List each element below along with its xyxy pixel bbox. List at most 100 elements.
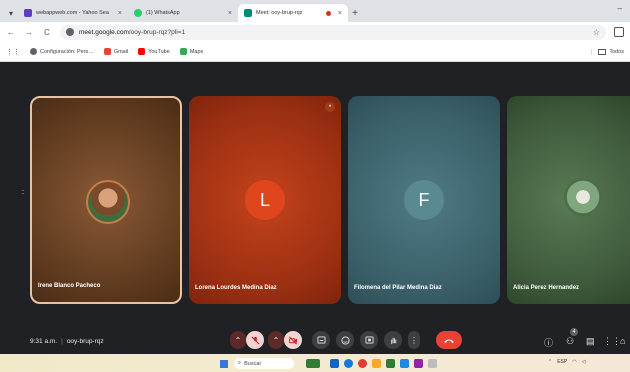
hang-up-icon <box>444 339 454 343</box>
outlook-icon[interactable] <box>400 359 409 368</box>
whatsapp-icon[interactable] <box>386 359 395 368</box>
end-call-button[interactable] <box>436 331 462 349</box>
reload-button[interactable]: C <box>42 28 52 37</box>
widgets-icon[interactable] <box>306 359 320 368</box>
participant-count-badge: 4 <box>570 328 578 336</box>
extensions-icon[interactable] <box>614 27 624 37</box>
forward-button[interactable]: → <box>24 28 34 37</box>
participant-avatar: F <box>404 180 444 220</box>
emoji-button[interactable] <box>336 331 354 349</box>
mic-off-button[interactable] <box>246 331 264 349</box>
participant-name: Irene Blanco Pacheco <box>38 283 101 289</box>
meet-stage: : Irene Blanco Pacheco • L Lorena Lourde… <box>0 62 630 354</box>
info-icon[interactable]: ⓘ <box>544 336 553 349</box>
bookmark-gmail[interactable]: Gmail <box>103 48 129 55</box>
minimize-button[interactable]: – <box>618 4 622 13</box>
meeting-info: 9:31 a.m. | ooy-brup-rqz <box>30 338 104 345</box>
yahoo-favicon-icon <box>24 9 32 17</box>
separator: | <box>61 338 63 345</box>
chevron-up-icon[interactable]: ⌃ <box>548 359 552 365</box>
camera-off-button[interactable] <box>284 331 302 349</box>
tab-search-icon[interactable]: ▾ <box>4 4 18 22</box>
search-icon: ⌕ <box>238 360 242 366</box>
meeting-time: 9:31 a.m. <box>30 338 58 345</box>
meeting-code: ooy-brup-rqz <box>66 338 104 345</box>
apps-grid-icon[interactable]: ⋮⋮ <box>6 48 20 56</box>
edge-icon[interactable] <box>344 359 353 368</box>
captions-icon <box>317 336 325 344</box>
participant-avatar <box>564 178 602 216</box>
address-bar: ← → C meet.google.com/ooy-brup-rqz?pli=1… <box>0 22 630 42</box>
more-options-button[interactable]: ⋮ <box>408 331 420 349</box>
mic-options-button[interactable]: ⌃ <box>230 331 246 349</box>
site-info-icon[interactable] <box>66 28 74 36</box>
back-button[interactable]: ← <box>6 28 16 37</box>
chrome-icon[interactable] <box>358 359 367 368</box>
url-field[interactable]: meet.google.com/ooy-brup-rqz?pli=1 ☆ <box>60 24 606 40</box>
close-tab-icon[interactable]: × <box>228 10 232 17</box>
tab-meet[interactable]: Meet: ooy-brup-rqz × <box>238 4 348 22</box>
participant-tile[interactable]: F Filomena del Pilar Medina Diaz <box>348 96 500 304</box>
url-domain: meet.google.com <box>79 28 129 36</box>
captions-button[interactable] <box>312 331 330 349</box>
bookmark-label: Configuración: Pers… <box>40 48 94 55</box>
participant-tile[interactable]: Irene Blanco Pacheco <box>30 96 182 304</box>
youtube-icon <box>138 48 146 55</box>
whatsapp-favicon-icon <box>134 9 142 17</box>
audio-indicator-icon: • <box>325 102 335 112</box>
bookmark-settings[interactable]: Configuración: Pers… <box>30 48 94 55</box>
windows-start-icon[interactable] <box>220 360 228 368</box>
volume-icon[interactable]: ◁ <box>582 359 586 365</box>
all-bookmarks-folder[interactable]: Todos <box>591 48 624 55</box>
drag-handle[interactable]: : <box>22 189 24 196</box>
folder-label: Todos <box>609 48 624 55</box>
tab-title: Meet: ooy-brup-rqz <box>256 10 303 16</box>
app-icon[interactable] <box>428 359 437 368</box>
language-indicator[interactable]: ESP <box>557 359 567 365</box>
maps-icon <box>179 48 187 55</box>
search-placeholder: Buscar <box>244 360 262 367</box>
file-explorer-icon[interactable] <box>330 359 339 368</box>
raise-hand-button[interactable] <box>384 331 402 349</box>
close-tab-icon[interactable]: × <box>118 10 122 17</box>
tab-title: webappweb.com - Yahoo Sea <box>36 10 109 16</box>
people-icon[interactable]: ⚇ <box>566 336 574 347</box>
emoji-icon <box>340 335 350 345</box>
participant-name: Alicia Perez Hernandez <box>513 285 580 291</box>
gmail-icon <box>103 48 111 55</box>
participant-name: Filomena del Pilar Medina Diaz <box>354 285 442 291</box>
chat-icon[interactable]: ▤ <box>586 336 595 347</box>
taskbar-search-input[interactable]: ⌕ Buscar <box>234 358 294 369</box>
bookmark-label: Gmail <box>113 48 129 55</box>
folder-icon[interactable] <box>372 359 381 368</box>
bookmark-star-icon[interactable]: ☆ <box>593 28 600 37</box>
present-icon <box>365 336 373 344</box>
hand-icon <box>390 337 396 344</box>
camera-options-button[interactable]: ⌃ <box>268 331 284 349</box>
url-text: meet.google.com/ooy-brup-rqz?pli=1 <box>79 29 185 36</box>
paint-icon[interactable] <box>414 359 423 368</box>
participant-tile[interactable]: Alicia Perez Hernandez <box>507 96 630 304</box>
present-button[interactable] <box>360 331 378 349</box>
tab-yahoo[interactable]: webappweb.com - Yahoo Sea × <box>18 4 128 22</box>
tab-strip: ▾ webappweb.com - Yahoo Sea × (1) WhatsA… <box>0 0 630 22</box>
participant-tile[interactable]: • L Lorena Lourdes Medina Diaz <box>189 96 341 304</box>
new-tab-button[interactable]: + <box>348 4 362 22</box>
host-controls-icon[interactable]: ⌂ <box>620 336 625 346</box>
gear-icon <box>30 48 37 55</box>
tab-whatsapp[interactable]: (1) WhatsApp × <box>128 4 238 22</box>
participant-avatar <box>86 180 130 224</box>
activities-icon[interactable]: ⋮⋮ <box>603 336 621 347</box>
meet-favicon-icon <box>244 9 252 17</box>
close-tab-icon[interactable]: × <box>338 10 342 17</box>
camera-off-icon <box>288 336 298 344</box>
bookmark-youtube[interactable]: YouTube <box>138 48 170 55</box>
wifi-icon[interactable]: ◠ <box>572 359 576 365</box>
url-path: /ooy-brup-rqz?pli=1 <box>128 28 186 36</box>
bookmark-maps[interactable]: Maps <box>179 48 204 55</box>
mic-off-icon <box>251 336 259 344</box>
bookmark-label: Maps <box>189 48 204 55</box>
bookmarks-bar: ⋮⋮ Configuración: Pers… Gmail YouTube Ma… <box>0 42 630 62</box>
folder-icon <box>598 48 607 55</box>
tab-title: (1) WhatsApp <box>146 10 180 16</box>
